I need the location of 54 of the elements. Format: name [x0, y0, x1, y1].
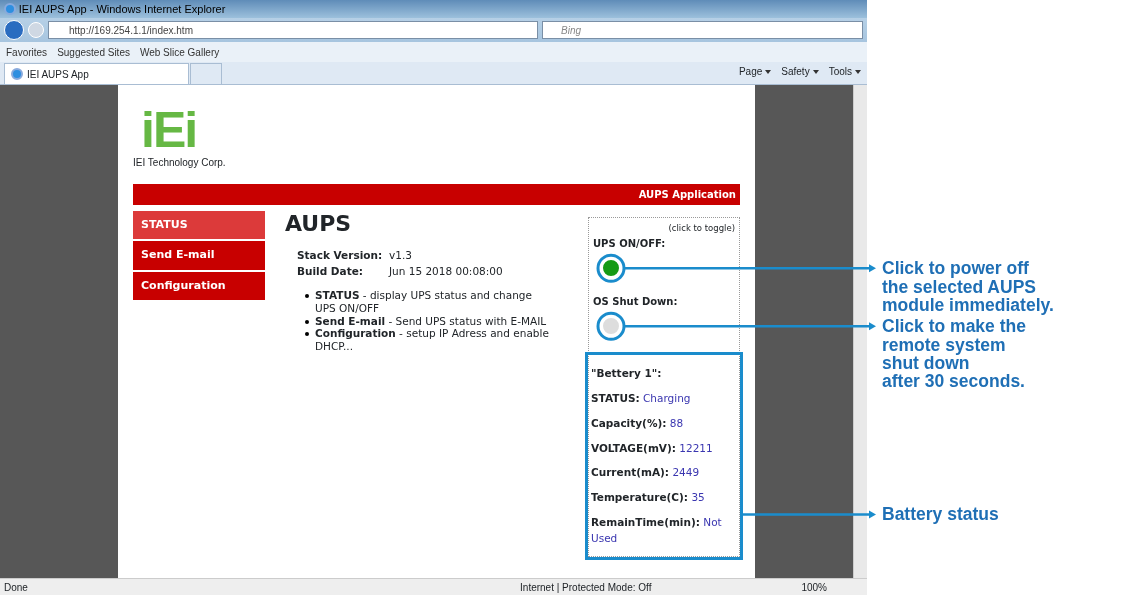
highlight-ring: [596, 311, 626, 341]
info-value: v1.3: [389, 248, 412, 261]
address-field[interactable]: http://169.254.1.1/index.htm: [48, 21, 538, 39]
app-banner: AUPS Application: [133, 184, 740, 205]
battery-reading: RemainTime(min): Not Used: [591, 514, 723, 546]
info-value: Jun 15 2018 00:08:00: [389, 264, 503, 277]
feature-item: Configuration - setup IP Adress and enable DHCP...: [315, 327, 550, 353]
highlight-ring: [596, 253, 626, 283]
search-field[interactable]: Bing: [542, 21, 863, 39]
battery-reading: Current(mA): 2449: [591, 465, 701, 481]
favorites-button[interactable]: Favorites: [6, 44, 48, 60]
zoom-level[interactable]: 100%: [801, 579, 827, 595]
bullet-icon: [305, 319, 309, 324]
security-zone: Internet | Protected Mode: Off: [520, 580, 652, 595]
battery-reading: STATUS: Charging: [591, 391, 692, 406]
browser-logo-icon: [4, 3, 16, 15]
company-name: IEI Technology Corp.: [133, 156, 227, 170]
info-label: Stack Version:: [297, 247, 384, 263]
logo: iEi: [141, 105, 198, 155]
bullet-icon: [305, 332, 309, 337]
info-label: Build Date:: [297, 263, 364, 279]
command-menu[interactable]: Tools: [828, 63, 861, 79]
menu-item[interactable]: STATUS: [133, 210, 265, 239]
callout-text: Click to power off the selected AUPS module immediately.: [882, 259, 1055, 315]
window-title: IEI AUPS App - Windows Internet Explorer: [18, 1, 226, 17]
menu-item[interactable]: Configuration: [133, 271, 265, 300]
callout-text: Click to make the remote system shut down after 30 seconds.: [882, 317, 1027, 391]
status-text: Done: [4, 580, 28, 595]
toggle-button[interactable]: [601, 258, 621, 279]
caret-icon: [812, 69, 819, 74]
command-menu[interactable]: Page: [738, 63, 772, 79]
favorite-link[interactable]: Web Slice Gallery: [139, 44, 220, 60]
toggle-label: OS Shut Down:: [593, 295, 679, 310]
scrollbar[interactable]: [853, 85, 867, 578]
toggle-hint: (click to toggle): [667, 221, 735, 235]
bullet-icon: [305, 294, 309, 299]
browser-tab[interactable]: IEI AUPS App: [4, 63, 189, 84]
feature-item: STATUS - display UPS status and change UPS ON/OFF: [315, 289, 533, 315]
callout-text: Battery status: [882, 505, 1000, 524]
favorite-link[interactable]: Suggested Sites: [57, 44, 130, 60]
toggle-button[interactable]: [601, 316, 621, 337]
menu-item[interactable]: Send E-mail: [133, 241, 265, 270]
battery-reading: Capacity(%): 88: [591, 415, 685, 431]
page-heading: AUPS: [285, 210, 353, 237]
battery-reading: VOLTAGE(mV): 12211: [591, 440, 714, 456]
toggle-label: UPS ON/OFF:: [593, 237, 667, 252]
feature-item: Send E-mail - Send UPS status with E-MAIL: [315, 314, 547, 328]
caret-icon: [765, 69, 772, 74]
back-button[interactable]: [4, 20, 24, 40]
battery-reading: Temperature(C): 35: [591, 490, 706, 505]
battery-title: "Bettery 1":: [591, 366, 663, 382]
browser-logo-icon: [11, 68, 23, 80]
command-menu[interactable]: Safety: [781, 63, 819, 79]
caret-icon: [855, 69, 861, 74]
